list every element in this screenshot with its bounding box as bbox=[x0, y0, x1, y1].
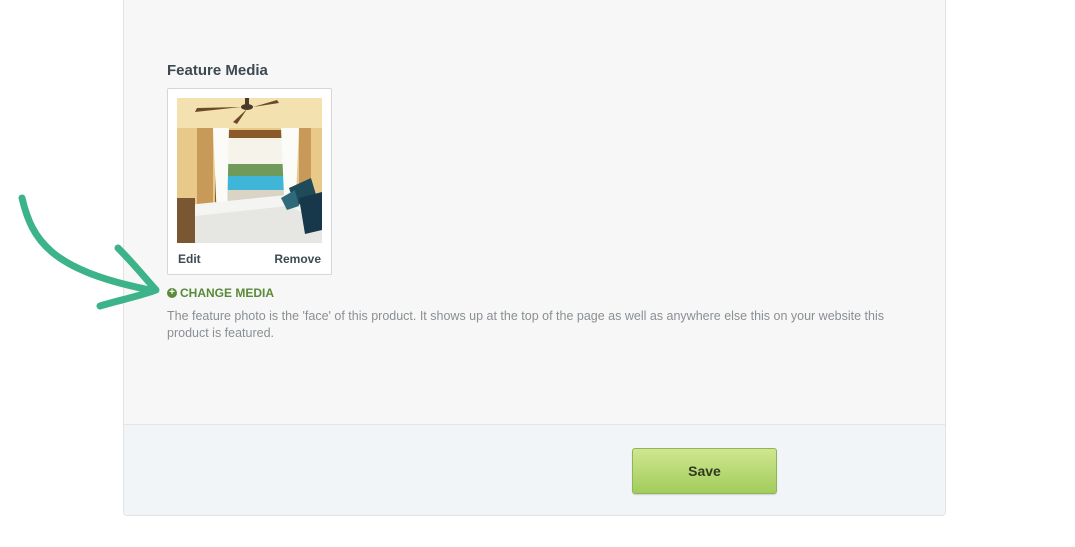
media-card: Edit Remove bbox=[167, 88, 332, 275]
change-media-label: CHANGE MEDIA bbox=[180, 286, 275, 300]
panel-footer bbox=[124, 424, 945, 515]
change-media-link[interactable]: + CHANGE MEDIA bbox=[167, 286, 274, 300]
curved-arrow-icon bbox=[18, 194, 160, 310]
settings-panel: Feature Media Edit Remove + CHANGE MEDIA… bbox=[123, 0, 946, 516]
panel-body: Feature Media Edit Remove + CHANGE MEDIA… bbox=[124, 0, 945, 424]
save-button[interactable]: Save bbox=[632, 448, 777, 494]
media-actions: Edit Remove bbox=[168, 252, 331, 268]
section-title: Feature Media bbox=[167, 62, 268, 79]
bedroom-photo bbox=[177, 98, 322, 243]
help-text: The feature photo is the 'face' of this … bbox=[167, 309, 884, 340]
remove-link[interactable]: Remove bbox=[274, 252, 321, 266]
edit-link[interactable]: Edit bbox=[178, 252, 201, 266]
feature-photo-thumbnail[interactable] bbox=[177, 98, 322, 243]
